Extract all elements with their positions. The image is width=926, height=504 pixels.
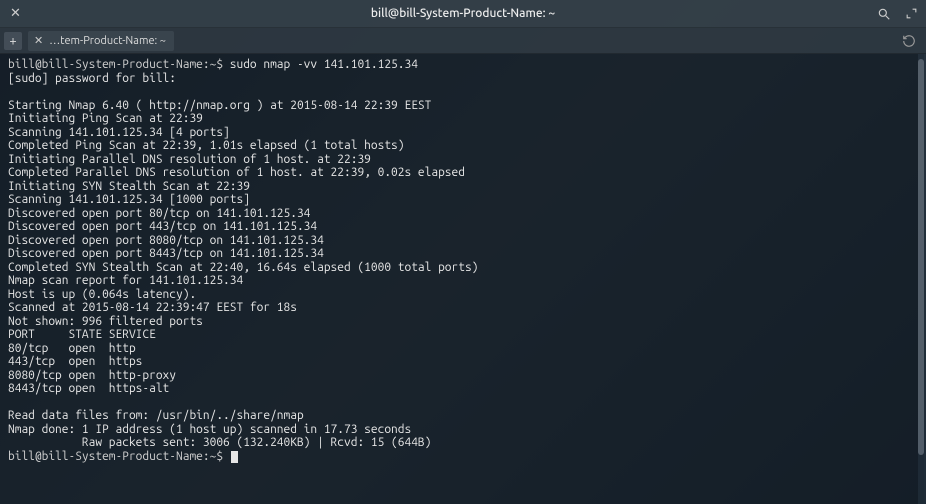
output-line: Raw packets sent: 3006 (132.240KB) | Rcv… — [8, 436, 431, 449]
close-icon[interactable]: ✕ — [0, 6, 31, 21]
scrollbar-thumb[interactable] — [918, 59, 924, 455]
terminal-output[interactable]: bill@bill-System-Product-Name:~$ sudo nm… — [0, 54, 918, 504]
output-line: Scanned at 2015-08-14 22:39:47 EEST for … — [8, 301, 297, 314]
output-line: Nmap done: 1 IP address (1 host up) scan… — [8, 423, 411, 436]
output-line: Not shown: 996 filtered ports — [8, 315, 203, 328]
output-line: Starting Nmap 6.40 ( http://nmap.org ) a… — [8, 99, 431, 112]
scrollbar[interactable] — [918, 54, 924, 504]
command: sudo nmap -vv 141.101.125.34 — [230, 58, 418, 71]
output-line: Read data files from: /usr/bin/../share/… — [8, 409, 304, 422]
output-line: Host is up (0.064s latency). — [8, 288, 196, 301]
titlebar: ✕ bill@bill-System-Product-Name: ~ — [0, 0, 926, 28]
output-line: 8443/tcp open https-alt — [8, 382, 169, 395]
output-line: Discovered open port 443/tcp on 141.101.… — [8, 220, 317, 233]
cursor — [231, 451, 238, 463]
maximize-icon[interactable] — [905, 7, 918, 20]
output-line: Initiating SYN Stealth Scan at 22:39 — [8, 180, 250, 193]
add-tab-button[interactable]: + — [4, 32, 22, 50]
output-line: Scanning 141.101.125.34 [1000 ports] — [8, 193, 250, 206]
terminal-window: ✕ bill@bill-System-Product-Name: ~ + ✕ …… — [0, 0, 926, 504]
output-line: Completed SYN Stealth Scan at 22:40, 16.… — [8, 261, 478, 274]
output-line: PORT STATE SERVICE — [8, 328, 156, 341]
prompt: bill@bill-System-Product-Name:~$ — [8, 58, 230, 71]
output-line: Discovered open port 8080/tcp on 141.101… — [8, 234, 324, 247]
window-title: bill@bill-System-Product-Name: ~ — [371, 7, 555, 20]
output-line: Completed Ping Scan at 22:39, 1.01s elap… — [8, 139, 404, 152]
tab[interactable]: ✕ …tem-Product-Name: ~ — [28, 31, 174, 51]
output-line: Scanning 141.101.125.34 [4 ports] — [8, 126, 230, 139]
history-icon[interactable] — [902, 34, 916, 48]
output-line: Completed Parallel DNS resolution of 1 h… — [8, 166, 465, 179]
output-line: Discovered open port 8443/tcp on 141.101… — [8, 247, 324, 260]
output-line: 8080/tcp open http-proxy — [8, 369, 176, 382]
output-line: 443/tcp open https — [8, 355, 142, 368]
output-line: Initiating Parallel DNS resolution of 1 … — [8, 153, 371, 166]
output-line: Discovered open port 80/tcp on 141.101.1… — [8, 207, 310, 220]
output-line: Initiating Ping Scan at 22:39 — [8, 112, 203, 125]
output-line: [sudo] password for bill: — [8, 72, 176, 85]
tab-label: …tem-Product-Name: ~ — [49, 35, 166, 47]
output-line: Nmap scan report for 141.101.125.34 — [8, 274, 243, 287]
search-icon[interactable] — [877, 7, 891, 21]
prompt: bill@bill-System-Product-Name:~$ — [8, 450, 230, 463]
tabbar: + ✕ …tem-Product-Name: ~ — [0, 28, 926, 54]
tab-close-icon[interactable]: ✕ — [34, 34, 43, 47]
output-line: 80/tcp open http — [8, 342, 136, 355]
